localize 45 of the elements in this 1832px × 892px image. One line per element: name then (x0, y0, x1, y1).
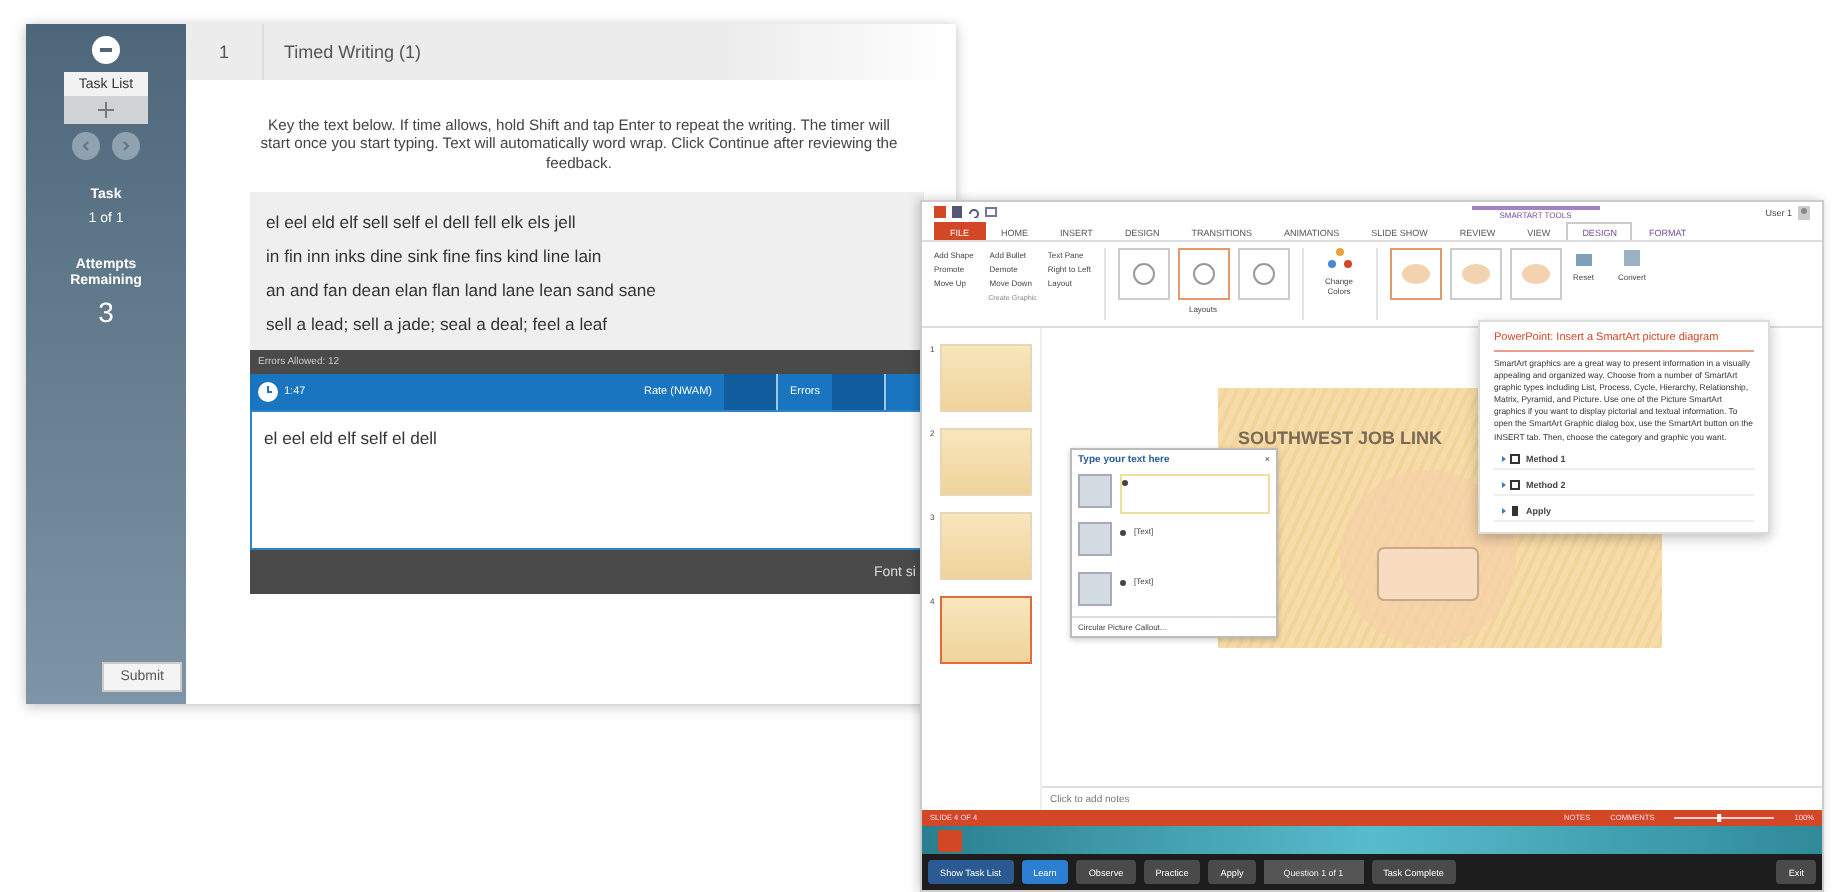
zoom-slider-thumb[interactable] (1717, 814, 1722, 822)
stat-value-box (724, 374, 777, 411)
add-button[interactable] (64, 96, 148, 124)
reset-icon[interactable] (1573, 248, 1594, 268)
task-title: Timed Writing (1) (262, 24, 422, 80)
layout-option[interactable] (1237, 248, 1289, 300)
passage-line: el eel eld elf sell self el dell fell elk els jell (266, 212, 578, 233)
passage-line: an and fan dean elan flan land lane lean sand sane (266, 280, 658, 301)
circle-layout-icon (1187, 260, 1219, 288)
typing-input[interactable]: el eel eld elf self el dell (250, 410, 924, 551)
picture-placeholder (1078, 522, 1112, 557)
colors-icon[interactable] (1327, 248, 1351, 272)
ellipse-style-icon (1459, 262, 1491, 286)
text-entry-field[interactable] (1120, 474, 1270, 515)
ellipse-style-icon (1399, 262, 1431, 286)
task-number: 1 (216, 42, 231, 62)
layout-option[interactable] (1117, 248, 1169, 300)
clock-icon (258, 382, 278, 403)
attempts-count: 3 (98, 297, 114, 329)
style-option[interactable] (1449, 248, 1501, 300)
slide-thumbnail[interactable] (940, 596, 1032, 664)
zoom-slider[interactable] (1674, 814, 1775, 822)
style-option[interactable] (1389, 248, 1441, 300)
bullet-icon (1122, 480, 1128, 486)
plus-icon (98, 102, 114, 118)
passage-line: sell a lead; sell a jade; seal a deal; feel a leaf (266, 314, 610, 335)
window-icon (1502, 453, 1520, 464)
bullet-icon (1120, 530, 1126, 537)
convert-icon[interactable] (1621, 248, 1642, 268)
bullet-icon (1120, 579, 1126, 586)
window-icon (1502, 479, 1520, 490)
picture-placeholder (1078, 571, 1112, 606)
previous-icon[interactable] (72, 132, 100, 160)
ellipse-style-icon (1519, 262, 1551, 286)
slide-title: SOUTHWEST JOB LINK (1238, 428, 1443, 448)
passage-line: in fin inn inks dine sink fine fins kind line lain (266, 246, 604, 267)
layout-option[interactable] (1177, 248, 1229, 300)
next-icon[interactable] (112, 132, 140, 160)
style-option[interactable] (1509, 248, 1561, 300)
collapse-icon[interactable] (92, 36, 120, 64)
picture-placeholder (1078, 474, 1112, 508)
stat-value-box (832, 374, 884, 411)
user-avatar-icon (1798, 205, 1810, 219)
circle-layout-icon (1247, 260, 1279, 288)
circle-layout-icon (1127, 260, 1159, 288)
